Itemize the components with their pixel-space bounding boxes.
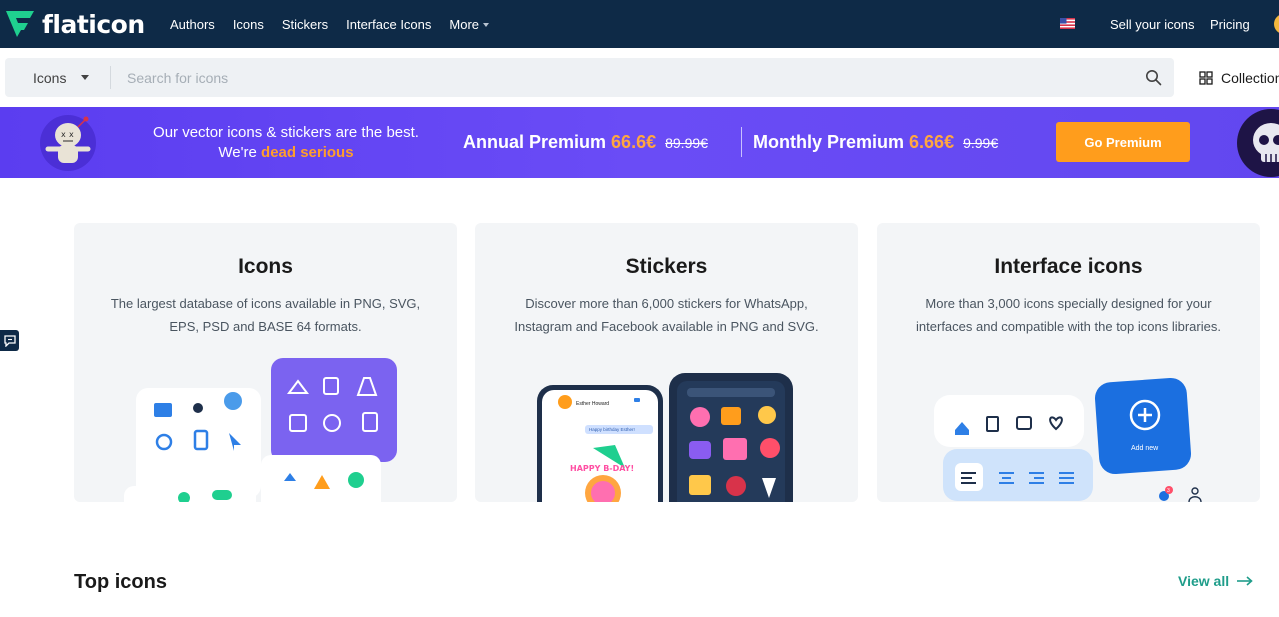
annual-label: Annual Premium [463, 132, 607, 152]
monthly-price: 6.66€ [909, 132, 955, 152]
promo-line-2: We're dead serious [140, 143, 432, 163]
notification-badge-count: 3 [1167, 488, 1170, 494]
us-flag-icon[interactable] [1060, 18, 1075, 29]
promo-highlight: dead serious [261, 144, 354, 161]
card-stickers-description: Discover more than 6,000 stickers for Wh… [514, 296, 819, 334]
go-premium-button[interactable]: Go Premium [1056, 122, 1190, 162]
pricing-link[interactable]: Pricing [1210, 17, 1250, 32]
flaticon-logo[interactable]: flaticon [4, 9, 145, 39]
add-new-label: Add new [1131, 445, 1159, 452]
grid-icon [1199, 71, 1213, 85]
feedback-icon [3, 334, 16, 347]
brand-name: flaticon [42, 9, 145, 39]
caret-down-icon [81, 75, 89, 80]
chat-message: Happy birthday Esther! [589, 427, 635, 432]
main-nav: Authors Icons Stickers Interface Icons M… [170, 0, 490, 48]
collections-label: Collections [1221, 70, 1279, 86]
card-interface-icons-title: Interface icons [994, 255, 1143, 278]
birthday-sticker-text: HAPPY B-DAY! [570, 464, 634, 473]
view-all-link[interactable]: View all [1178, 573, 1253, 589]
search-type-dropdown[interactable]: Icons [5, 58, 110, 97]
arrow-right-icon [1237, 576, 1253, 586]
collections-button[interactable]: Collections [1199, 70, 1279, 86]
svg-text:x: x [61, 130, 66, 139]
annual-premium-offer: Annual Premium 66.6€ 89.99€ [463, 132, 708, 153]
user-avatar[interactable] [1274, 14, 1279, 34]
nav-authors[interactable]: Authors [170, 17, 215, 32]
view-all-label: View all [1178, 573, 1230, 589]
promo-tagline: Our vector icons & stickers are the best… [140, 123, 432, 163]
card-stickers[interactable]: Stickers Discover more than 6,000 sticke… [475, 223, 858, 502]
nav-interface-icons[interactable]: Interface Icons [346, 17, 431, 32]
search-bar: Icons [5, 58, 1174, 97]
feedback-tab[interactable] [0, 330, 19, 351]
card-interface-icons[interactable]: Interface icons More than 3,000 icons sp… [877, 223, 1260, 502]
chat-contact-name: Esther Howard [576, 401, 609, 407]
stickers-illustration: Esther Howard Happy birthday Esther! HAP… [537, 373, 793, 502]
search-type-label: Icons [33, 69, 67, 86]
chevron-down-icon [483, 23, 490, 28]
nav-more[interactable]: More [449, 16, 490, 32]
voodoo-doll-icon: x x [40, 115, 96, 171]
premium-promo-banner: x x Our vector icons & stickers are the … [0, 107, 1279, 178]
search-divider [110, 66, 111, 89]
top-icons-heading: Top icons [74, 571, 167, 593]
annual-price: 66.6€ [611, 132, 657, 152]
interface-illustration: Add new 3 [934, 377, 1202, 502]
promo-line-2-prefix: We're [218, 144, 257, 161]
promo-divider [741, 127, 742, 157]
card-icons-description: The largest database of icons available … [110, 296, 421, 334]
svg-text:x: x [69, 130, 74, 139]
search-input[interactable] [123, 58, 1123, 97]
promo-line-1: Our vector icons & stickers are the best… [153, 124, 419, 141]
nav-icons[interactable]: Icons [233, 17, 264, 32]
card-icons-title: Icons [238, 255, 293, 278]
monthly-label: Monthly Premium [753, 132, 905, 152]
nav-more-label: More [449, 16, 480, 32]
search-icon[interactable] [1145, 69, 1162, 86]
card-icons[interactable]: Icons The largest database of icons avai… [74, 223, 457, 502]
top-navigation: flaticon Authors Icons Stickers Interfac… [0, 0, 1279, 48]
monthly-old-price: 9.99€ [963, 135, 999, 151]
flaticon-logo-icon [6, 11, 34, 37]
card-stickers-title: Stickers [625, 255, 708, 278]
nav-stickers[interactable]: Stickers [282, 17, 328, 32]
card-interface-icons-description: More than 3,000 icons specially designed… [916, 296, 1221, 334]
icons-illustration [124, 358, 397, 502]
skull-icon [1237, 109, 1279, 177]
sell-your-icons-link[interactable]: Sell your icons [1110, 17, 1195, 32]
annual-old-price: 89.99€ [665, 135, 708, 151]
monthly-premium-offer: Monthly Premium 6.66€ 9.99€ [753, 132, 998, 153]
